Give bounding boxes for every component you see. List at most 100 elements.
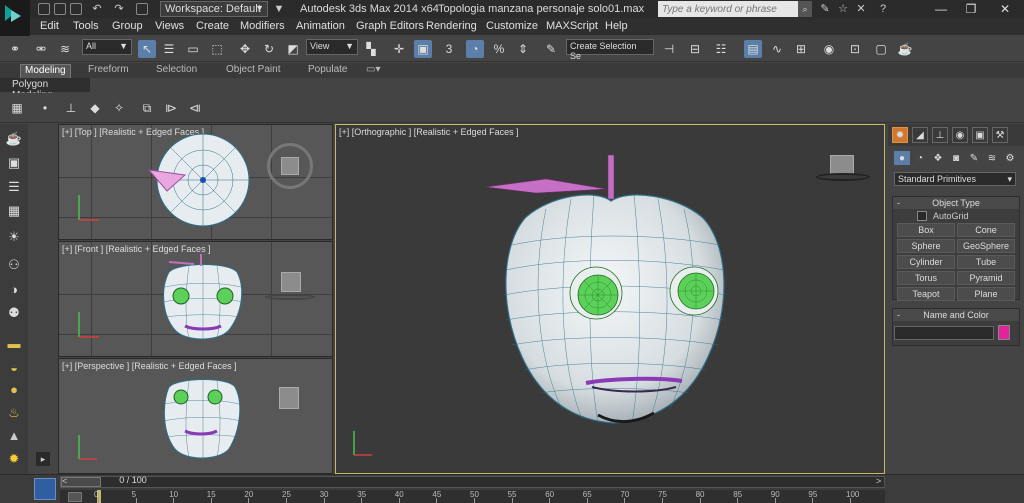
hierarchy-tab-icon[interactable]: ⊥ <box>932 127 948 143</box>
cylinder-button[interactable]: Cylinder <box>897 255 955 269</box>
object-type-header[interactable]: - Object Type <box>893 197 1019 209</box>
angle-snap-icon[interactable]: ◔ <box>466 40 484 58</box>
tube-button[interactable]: Tube <box>957 255 1015 269</box>
viewcube-front[interactable] <box>281 272 301 292</box>
border-icon[interactable]: ◆ <box>86 99 104 117</box>
object-name-input[interactable] <box>894 326 994 340</box>
sun-icon[interactable]: ✹ <box>5 450 23 468</box>
name-color-header[interactable]: - Name and Color <box>893 309 1019 321</box>
object-color-swatch[interactable] <box>998 325 1010 340</box>
window-crossing-icon[interactable]: ⬚ <box>208 40 226 58</box>
ribbon-options-icon[interactable]: ▭▾ <box>362 64 384 78</box>
select-manipulate-icon[interactable]: ✛ <box>390 40 408 58</box>
rendered-frame-icon[interactable]: ▢ <box>872 40 890 58</box>
plane-button[interactable]: Plane <box>957 287 1015 301</box>
grow-icon[interactable]: ⧐ <box>162 99 180 117</box>
close-button[interactable]: ✕ <box>990 0 1020 18</box>
edge-icon[interactable]: ⊥ <box>62 99 80 117</box>
vertex-icon[interactable]: • <box>36 99 54 117</box>
editable-poly-icon[interactable]: ▦ <box>8 99 26 117</box>
menu-customize[interactable]: Customize <box>486 20 538 32</box>
menu-create[interactable]: Create <box>196 20 229 32</box>
teapot-icon[interactable]: ☕ <box>5 130 23 148</box>
pivot-icon[interactable]: ▚ <box>362 40 380 58</box>
app-logo[interactable] <box>0 0 30 36</box>
utilities-tab-icon[interactable]: ⚒ <box>992 127 1008 143</box>
viewcube-front-ring[interactable] <box>265 294 315 300</box>
modify-tab-icon[interactable]: ◢ <box>912 127 928 143</box>
shrink-icon[interactable]: ⧏ <box>186 99 204 117</box>
viewport-orthographic[interactable]: [+] [Orthographic ] [Realistic + Edged F… <box>335 124 885 474</box>
selection-filter-dropdown[interactable]: All ▼ <box>82 39 132 55</box>
pyramid-button[interactable]: Pyramid <box>957 271 1015 285</box>
tab-object-paint[interactable]: Object Paint <box>222 64 284 78</box>
geosphere-button[interactable]: GeoSphere <box>957 239 1015 253</box>
spacewarps-icon[interactable]: ≋ <box>984 151 1000 165</box>
link-icon[interactable]: ⚭ <box>6 40 24 58</box>
unlink-icon[interactable]: ⚮ <box>32 40 50 58</box>
cone-icon[interactable]: ▲ <box>5 426 23 444</box>
ribbon-panel-polygon-modeling[interactable]: Polygon Modeling <box>0 78 90 101</box>
shapes-icon[interactable]: ◔ <box>912 151 928 165</box>
list-icon[interactable]: ☰ <box>5 178 23 196</box>
teapot-yellow-icon[interactable]: ♨ <box>5 404 23 422</box>
render-setup-icon[interactable]: ⊡ <box>846 40 864 58</box>
menu-modifiers[interactable]: Modifiers <box>240 20 285 32</box>
tab-selection[interactable]: Selection <box>152 64 201 78</box>
tab-freeform[interactable]: Freeform <box>84 64 133 78</box>
lights-icon[interactable]: ❖ <box>930 151 946 165</box>
tab-populate[interactable]: Populate <box>304 64 351 78</box>
align-icon[interactable]: ⊟ <box>686 40 704 58</box>
workspace-dropdown[interactable]: Workspace: Default ▼ <box>160 1 268 17</box>
project-folder-icon[interactable] <box>136 3 148 15</box>
box-button[interactable]: Box <box>897 223 955 237</box>
spinner-snap-icon[interactable]: ⇕ <box>514 40 532 58</box>
prev-frame-arrow[interactable]: < <box>62 476 67 486</box>
sphere-button[interactable]: Sphere <box>897 239 955 253</box>
material-editor-icon[interactable]: ◉ <box>820 40 838 58</box>
menu-group[interactable]: Group <box>112 20 143 32</box>
save-file-icon[interactable] <box>70 3 82 15</box>
expand-icon[interactable]: ▸ <box>36 452 50 466</box>
torus-button[interactable]: Torus <box>897 271 955 285</box>
redo-icon[interactable]: ↷ <box>112 3 126 15</box>
select-object-icon[interactable]: ↖ <box>138 40 156 58</box>
mini-listener-icon[interactable] <box>34 478 56 500</box>
image-icon[interactable]: ▣ <box>5 154 23 172</box>
viewcube-ortho-ring[interactable] <box>816 173 870 181</box>
viewport-front[interactable]: [+] [Front ] [Realistic + Edged Faces ] <box>58 241 333 357</box>
trackbar-filter-icon[interactable] <box>68 492 82 502</box>
dual-camera-icon[interactable]: ⚉ <box>5 304 23 322</box>
autogrid-checkbox[interactable] <box>917 211 927 221</box>
menu-graph-editors[interactable]: Graph Editors <box>356 20 424 32</box>
named-selection-dropdown[interactable]: Create Selection Se <box>566 39 654 61</box>
next-frame-arrow[interactable]: > <box>876 476 881 486</box>
tab-modeling[interactable]: Modeling <box>20 64 71 78</box>
help-icon[interactable]: ? <box>876 3 890 15</box>
communication-icon[interactable]: ✎ <box>818 3 832 15</box>
menu-maxscript[interactable]: MAXScript <box>546 20 598 32</box>
select-by-name-icon[interactable]: ☰ <box>160 40 178 58</box>
cone-button[interactable]: Cone <box>957 223 1015 237</box>
helpers-icon[interactable]: ✎ <box>966 151 982 165</box>
viewcube-top-face[interactable] <box>281 157 299 175</box>
table-icon[interactable]: ▦ <box>5 202 23 220</box>
open-file-icon[interactable] <box>54 3 66 15</box>
move-icon[interactable]: ✥ <box>236 40 254 58</box>
teapot-button[interactable]: Teapot <box>897 287 955 301</box>
display-tab-icon[interactable]: ▣ <box>972 127 988 143</box>
tools-icon[interactable]: ✕ <box>854 3 868 15</box>
dome-icon[interactable]: ◒ <box>5 358 23 376</box>
toggle-ribbon-icon[interactable]: ▤ <box>744 40 762 58</box>
menu-edit[interactable]: Edit <box>40 20 59 32</box>
primitive-category-dropdown[interactable]: Standard Primitives ▾ <box>894 172 1016 186</box>
layer-explorer-icon[interactable]: ☷ <box>712 40 730 58</box>
geometry-icon[interactable]: ● <box>894 151 910 165</box>
workspace-arrow-icon[interactable]: ▼ <box>272 3 286 15</box>
viewport-perspective[interactable]: [+] [Perspective ] [Realistic + Edged Fa… <box>58 358 333 474</box>
helper-icon[interactable]: ◑ <box>5 280 23 298</box>
rectangular-selection-icon[interactable]: ▭ <box>184 40 202 58</box>
new-file-icon[interactable] <box>38 3 50 15</box>
search-icon[interactable]: ⌕ <box>798 1 812 17</box>
menu-views[interactable]: Views <box>155 20 184 32</box>
